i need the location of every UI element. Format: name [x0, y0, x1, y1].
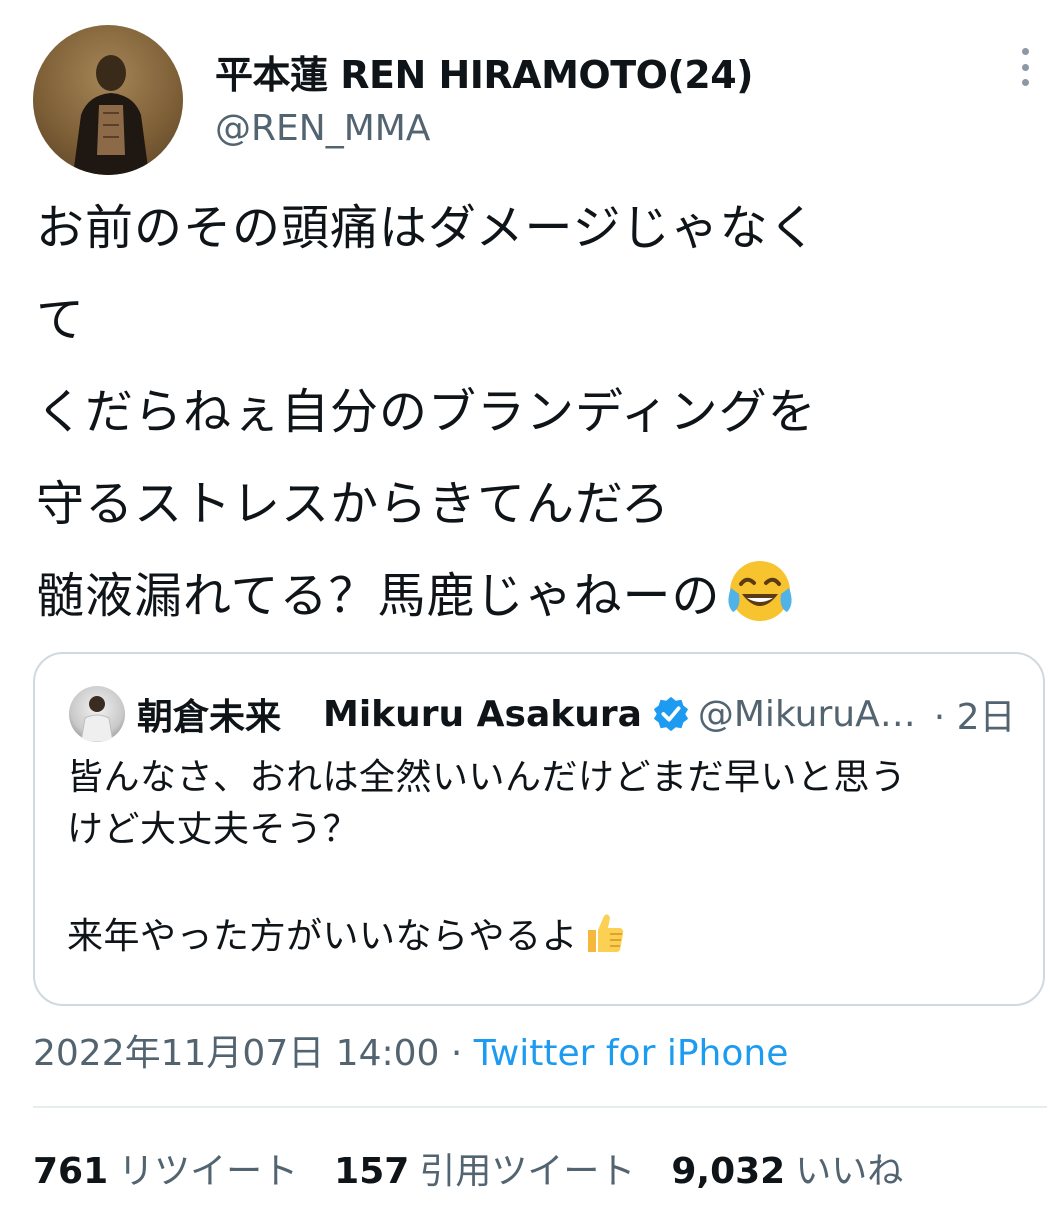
verified-badge-icon — [653, 696, 688, 732]
quoted-tweet-date: · 2日 — [933, 697, 1016, 738]
quote-tweets-count: 157 — [334, 1151, 410, 1192]
thumbs-up-icon — [588, 914, 624, 952]
tweet-source-link[interactable]: Twitter for iPhone — [474, 1033, 789, 1074]
quoted-tweet-card[interactable]: 朝倉未来 Mikuru Asakura @MikuruA… · 2日 皆んなさ、… — [33, 652, 1045, 1006]
quoted-tweet-text: 皆んなさ、おれは全然いいんだけどまだ早いと思う けど大丈夫そう？ 来年やった方が… — [67, 752, 1027, 963]
author-avatar[interactable] — [33, 25, 183, 175]
quoted-tweet-header: 朝倉未来 Mikuru Asakura @MikuruA… · 2日 — [137, 688, 1027, 740]
quoted-author-name-jp: 朝倉未来 — [137, 697, 282, 738]
quoted-author-name-en: Mikuru Asakura — [323, 693, 642, 735]
author-display-name[interactable]: 平本蓮 REN HIRAMOTO(24) — [215, 44, 754, 99]
divider — [33, 1106, 1047, 1108]
quoted-author-handle: @MikuruA… — [697, 693, 916, 735]
tweet-timestamp[interactable]: 2022年11月07日 14:00 — [33, 1033, 439, 1074]
tweet-body: お前のその頭痛はダメージじゃなく て くだらねぇ自分のブランディングを 守るスト… — [36, 200, 818, 624]
tweet-text: お前のその頭痛はダメージじゃなく て くだらねぇ自分のブランディングを 守るスト… — [36, 182, 1036, 642]
quoted-author-avatar — [69, 686, 125, 742]
retweets-count: 761 — [33, 1151, 109, 1192]
likes-label: いいね — [795, 1151, 904, 1192]
tweet-meta: 2022年11月07日 14:00 · Twitter for iPhone — [33, 1024, 788, 1076]
retweets-label: リツイート — [118, 1151, 299, 1192]
face-with-tears-of-joy-icon — [727, 561, 792, 621]
quote-tweets-label: 引用ツイート — [419, 1151, 636, 1192]
quote-tweets-stat[interactable]: 157 引用ツイート — [334, 1142, 635, 1194]
likes-count: 9,032 — [671, 1151, 786, 1192]
tweet-stats: 761 リツイート 157 引用ツイート 9,032 いいね — [33, 1142, 939, 1194]
author-handle[interactable]: @REN_MMA — [215, 108, 430, 149]
likes-stat[interactable]: 9,032 いいね — [671, 1142, 903, 1194]
meta-separator: · — [439, 1033, 474, 1074]
quoted-tweet-body: 皆んなさ、おれは全然いいんだけどまだ早いと思う けど大丈夫そう？ 来年やった方が… — [67, 757, 907, 957]
retweets-stat[interactable]: 761 リツイート — [33, 1142, 298, 1194]
more-options-icon[interactable] — [1008, 46, 1042, 88]
